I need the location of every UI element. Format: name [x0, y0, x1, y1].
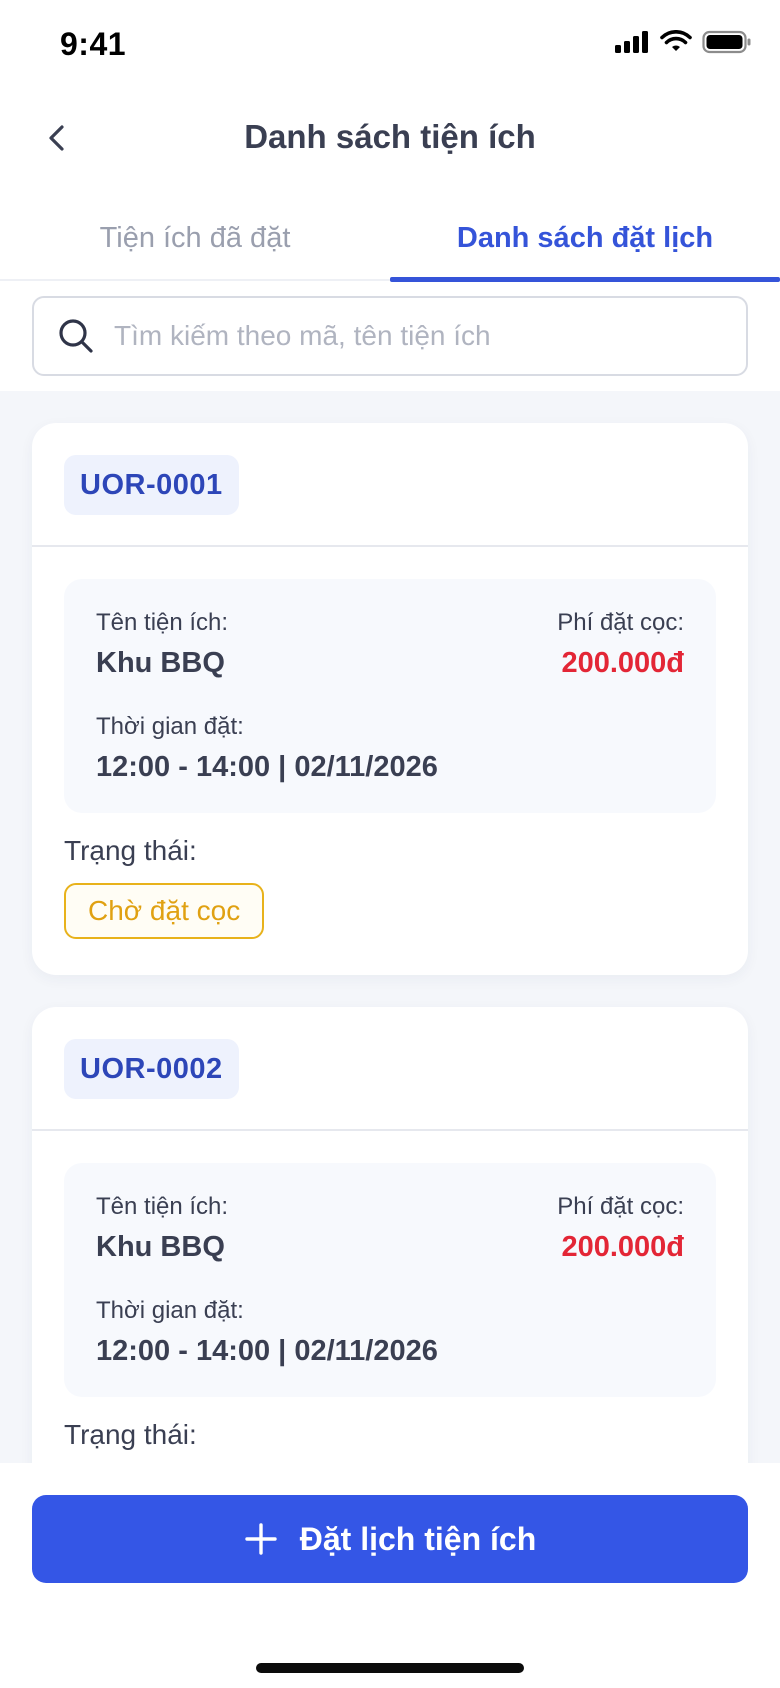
facility-name: Khu BBQ — [96, 647, 225, 679]
facility-name-label: Tên tiện ích: — [96, 1193, 229, 1220]
status-badge: Chờ đặt cọc — [64, 883, 265, 939]
search-section — [0, 283, 780, 391]
deposit-fee-label: Phí đặt cọc: — [557, 1193, 684, 1220]
book-facility-button[interactable]: Đặt lịch tiện ích — [32, 1495, 748, 1583]
plus-icon — [244, 1522, 278, 1556]
tab-bar: Tiện ích đã đặt Danh sách đặt lịch — [0, 196, 780, 282]
booking-info: Tên tiện ích: Khu BBQ Phí đặt cọc: 200.0… — [64, 1163, 716, 1397]
deposit-fee: 200.000đ — [561, 647, 684, 679]
booking-info: Tên tiện ích: Khu BBQ Phí đặt cọc: 200.0… — [64, 579, 716, 813]
page-title: Danh sách tiện ích — [244, 118, 536, 155]
status-icons — [614, 30, 752, 54]
status-label: Trạng thái: — [64, 835, 197, 866]
home-indicator — [256, 1663, 524, 1673]
booking-card[interactable]: UOR-0001 Tên tiện ích: Khu BBQ Phí đặt c… — [32, 423, 748, 975]
status-time: 9:41 — [60, 26, 127, 62]
card-divider — [32, 545, 748, 547]
deposit-fee: 200.000đ — [561, 1231, 684, 1263]
battery-icon — [702, 30, 751, 54]
signal-icon — [615, 31, 648, 53]
tab-booking-list[interactable]: Danh sách đặt lịch — [390, 196, 780, 281]
booking-time-label: Thời gian đặt: — [96, 1297, 244, 1324]
deposit-fee-label: Phí đặt cọc: — [557, 609, 684, 636]
facility-name-label: Tên tiện ích: — [96, 609, 229, 636]
booking-code: UOR-0001 — [64, 455, 239, 515]
active-tab-indicator — [390, 277, 780, 282]
booking-time: 12:00 - 14:00 | 02/11/2026 — [96, 1335, 438, 1367]
status-bar: 9:41 — [0, 0, 780, 90]
booking-time: 12:00 - 14:00 | 02/11/2026 — [96, 751, 438, 783]
app-header: Danh sách tiện ích — [0, 100, 780, 176]
search-icon — [56, 316, 96, 356]
booking-list[interactable]: UOR-0001 Tên tiện ích: Khu BBQ Phí đặt c… — [0, 391, 780, 1463]
search-input[interactable] — [114, 320, 694, 352]
book-facility-label: Đặt lịch tiện ích — [299, 1520, 537, 1557]
booking-time-label: Thời gian đặt: — [96, 713, 244, 740]
status-label: Trạng thái: — [64, 1419, 197, 1450]
booking-card[interactable]: UOR-0002 Tên tiện ích: Khu BBQ Phí đặt c… — [32, 1007, 748, 1463]
card-divider — [32, 1129, 748, 1131]
booking-code: UOR-0002 — [64, 1039, 239, 1099]
facility-name: Khu BBQ — [96, 1231, 225, 1263]
bottom-bar: Đặt lịch tiện ích — [0, 1463, 780, 1688]
wifi-icon — [660, 30, 692, 51]
search-box[interactable] — [32, 296, 748, 376]
tab-booked-facilities[interactable]: Tiện ích đã đặt — [0, 196, 390, 281]
